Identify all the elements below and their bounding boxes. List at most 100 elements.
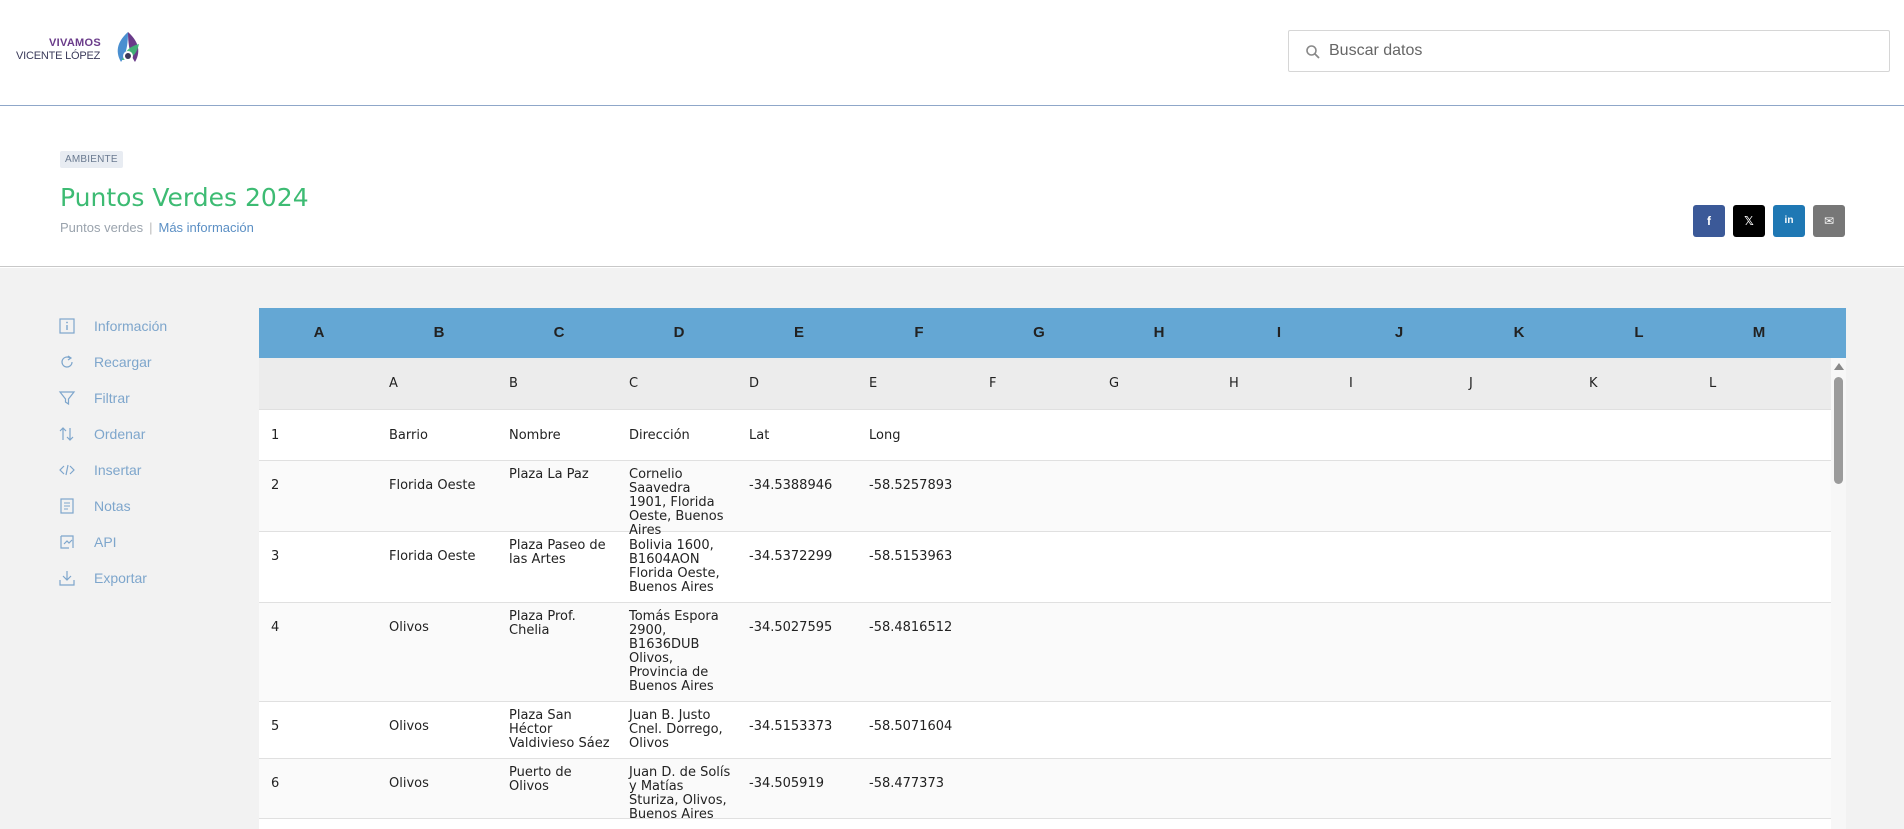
data-column-letter[interactable]: B [509,377,518,391]
sidebar-item-label: Insertar [94,462,142,478]
table-cell: Plaza La Paz [509,467,589,482]
sheet-column-letter[interactable]: E [739,324,859,341]
logo-text-top: VIVAMOS [49,37,102,49]
data-column-letter[interactable]: C [629,377,638,391]
sidebar-item-label: API [94,534,117,550]
scroll-up-icon[interactable] [1834,363,1844,370]
sidebar-item-label: Filtrar [94,390,130,406]
table-cell: Juan D. de Solís y Matías Sturiza, Olivo… [629,765,731,822]
sheet-column-letter[interactable]: C [499,324,619,341]
data-column-letter[interactable]: E [869,377,877,391]
sheet-column-letter[interactable]: H [1099,324,1219,341]
data-column-letter[interactable]: A [389,377,398,391]
table-cell: -34.5388946 [749,478,833,493]
logo-mark-icon [117,32,139,62]
data-column-letter[interactable]: D [749,377,759,391]
sidebar-item-api[interactable]: API [58,524,238,560]
dataset-header: AMBIENTE Puntos Verdes 2024 Puntos verde… [0,106,1904,267]
email-share-button[interactable]: ✉ [1813,205,1845,237]
table-row[interactable]: 3 Florida Oeste Plaza Paseo de las Artes Bo… [259,532,1831,603]
table-cell: Olivos [389,620,429,635]
data-column-letter[interactable]: H [1229,377,1239,391]
sidebar-item-recargar[interactable]: Recargar [58,344,238,380]
table-cell: Olivos [389,719,429,734]
sheet-column-letter[interactable]: F [859,324,979,341]
sidebar-item-filtrar[interactable]: Filtrar [58,380,238,416]
table-cell: Plaza San Héctor Valdivieso Sáez [509,708,610,751]
search-box[interactable] [1288,30,1890,72]
sheet-column-letter[interactable]: I [1219,324,1339,341]
table-cell: -34.5372299 [749,549,833,564]
sort-icon [59,427,74,441]
table-cell: Nombre [509,428,561,443]
linkedin-icon: in [1784,215,1794,226]
table-cell: Bolivia 1600, B1604AON Florida Oeste, Bu… [629,538,720,595]
table-cell: -58.477373 [869,776,944,791]
table-cell: -58.5153963 [869,549,953,564]
reload-icon [61,355,73,368]
table-cell: Tomás Espora 2900, B1636DUB Olivos, Prov… [629,609,719,694]
sidebar-item-insertar[interactable]: Insertar [58,452,238,488]
filter-icon [58,391,76,406]
sheet-column-letter[interactable]: L [1579,324,1699,341]
table-cell: -34.5153373 [749,719,833,734]
sheet-column-letter[interactable]: J [1339,324,1459,341]
data-column-letter[interactable]: L [1709,377,1716,391]
data-column-letter[interactable]: G [1109,377,1119,391]
x-icon: 𝕏 [1744,214,1754,228]
api-icon [60,535,74,549]
sidebar-item-exportar[interactable]: Exportar [58,560,238,596]
data-column-letter[interactable]: J [1469,377,1473,391]
sheet-column-letter[interactable]: B [379,324,499,341]
sheet-column-letter[interactable]: D [619,324,739,341]
separator: | [149,220,153,235]
sidebar-item-notas[interactable]: Notas [58,488,238,524]
sidebar-item-label: Notas [94,498,131,514]
table-row[interactable]: 5 Olivos Plaza San Héctor Valdivieso Sáez J… [259,702,1831,759]
table-cell: Lat [749,428,770,443]
table-cell: Florida Oeste [389,549,476,564]
sidebar-item-label: Recargar [94,354,152,370]
table-grid: A B C D E F G H I J K L 1 Barrio Nombre Dirección Lat Lon… [259,358,1831,822]
row-number-cell: 6 [271,776,280,791]
more-info-link[interactable]: Más información [159,220,254,235]
table-cell: Juan B. Justo Cnel. Dorrego, Olivos [629,708,723,751]
notes-icon [60,498,74,514]
table-cell: -34.5027595 [749,620,833,635]
info-icon [59,318,75,334]
vertical-scrollbar[interactable] [1831,358,1846,829]
sidebar-item-ordenar[interactable]: Ordenar [58,416,238,452]
sheet-column-letter[interactable]: M [1699,324,1819,341]
linkedin-share-button[interactable]: in [1773,205,1805,237]
row-number-cell: 3 [271,549,280,564]
sidebar-item-label: Ordenar [94,426,146,442]
scrollbar-thumb[interactable] [1834,377,1843,484]
logo-text-bottom: VICENTE LÓPEZ [16,50,101,62]
data-column-letter[interactable]: I [1349,377,1353,391]
search-icon [1306,45,1320,59]
table-cell: Barrio [389,428,428,443]
data-column-letter[interactable]: F [989,377,996,391]
category-tag[interactable]: AMBIENTE [60,151,123,168]
table-cell: -34.505919 [749,776,824,791]
sheet-column-letter[interactable]: A [259,324,379,341]
search-input[interactable] [1329,31,1879,71]
sheet-column-letter[interactable]: G [979,324,1099,341]
site-logo[interactable]: VIVAMOS VICENTE LÓPEZ [16,28,146,70]
row-number-cell: 5 [271,719,280,734]
table-cell: -58.5257893 [869,478,953,493]
row-number-cell: 4 [271,620,280,635]
data-column-letter[interactable]: K [1589,377,1598,391]
sidebar-item-label: Información [94,318,168,334]
x-share-button[interactable]: 𝕏 [1733,205,1765,237]
sidebar-item-informacion[interactable]: Información [58,308,238,344]
table-row[interactable]: 2 Florida Oeste Plaza La Paz Cornelio Saave… [259,461,1831,538]
facebook-share-button[interactable]: f [1693,205,1725,237]
table-row[interactable]: 6 Olivos Puerto de Olivos Juan D. de Solís … [259,759,1831,822]
table-row[interactable]: 1 Barrio Nombre Dirección Lat Long [259,410,1831,461]
sheet-column-letter[interactable]: K [1459,324,1579,341]
table-row[interactable]: 4 Olivos Plaza Prof. Chelia Tomás Espora 29… [259,603,1831,702]
table-cell: Florida Oeste [389,478,476,493]
content-area: Información Recargar Filtrar Ordenar Ins… [0,268,1904,829]
data-column-header-row: A B C D E F G H I J K L [259,358,1831,410]
